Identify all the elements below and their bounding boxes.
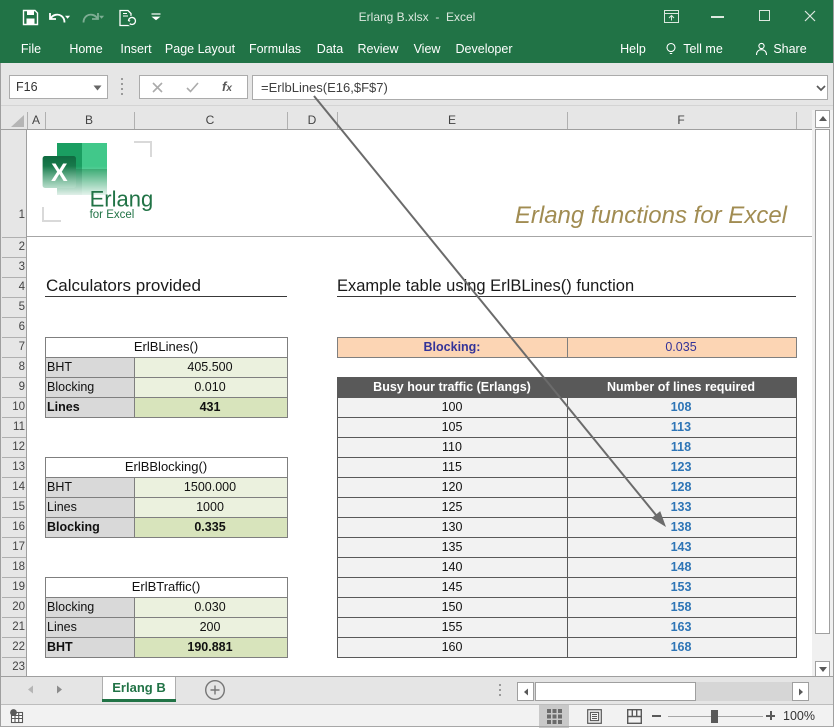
svg-text:for Excel: for Excel: [90, 209, 135, 221]
svg-text:Erlang: Erlang: [90, 187, 154, 212]
